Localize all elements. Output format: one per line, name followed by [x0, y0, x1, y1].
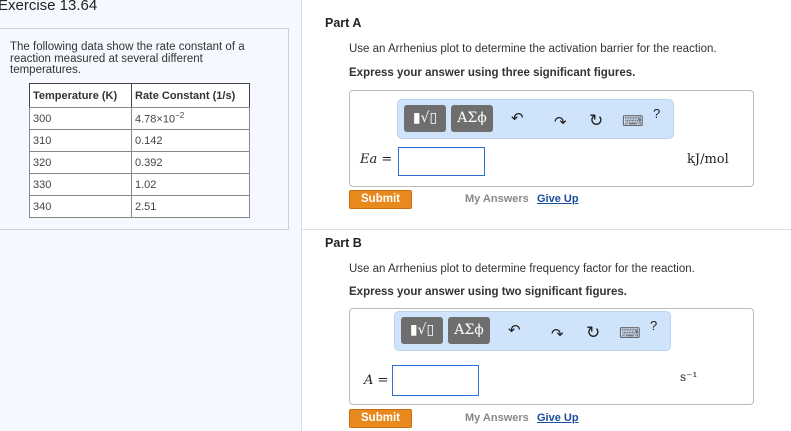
ea-input[interactable] — [398, 147, 485, 176]
table-row: 340 2.51 — [29, 195, 250, 218]
cell: 2.51 — [131, 195, 250, 218]
redo-icon[interactable]: ↷ — [551, 325, 564, 343]
math-toolbar: ▮√▯ ΑΣϕ ↶ ↷ ↻ ⌨ ? — [397, 99, 674, 139]
cell: 300 — [29, 107, 132, 130]
part-a-submit-button[interactable]: Submit — [349, 190, 412, 209]
part-a-my-answers-link[interactable]: My Answers — [465, 193, 529, 205]
a-unit: s⁻¹ — [680, 370, 698, 384]
cell: 320 — [29, 151, 132, 174]
templates-button[interactable]: ▮√▯ — [404, 105, 446, 132]
part-b-give-up-link[interactable]: Give Up — [537, 412, 579, 424]
a-input[interactable] — [392, 365, 479, 396]
keyboard-icon[interactable]: ⌨ — [622, 112, 644, 130]
part-a-instruction: Express your answer using three signific… — [349, 67, 636, 79]
table-row: 310 0.142 — [29, 129, 250, 152]
part-a-question: Use an Arrhenius plot to determine the a… — [349, 43, 717, 55]
ea-label: Ea = — [360, 152, 393, 167]
part-b-submit-button[interactable]: Submit — [349, 409, 412, 428]
header-temperature: Temperature (K) — [29, 83, 132, 108]
reset-icon[interactable]: ↻ — [586, 323, 600, 343]
a-label: A = — [364, 373, 389, 388]
part-a-answer-box: ▮√▯ ΑΣϕ ↶ ↷ ↻ ⌨ ? Ea = kJ/mol — [349, 90, 754, 187]
cell: 4.78×10−2 — [131, 107, 250, 130]
table-row: 300 4.78×10−2 — [29, 107, 250, 130]
exponent: −2 — [175, 111, 185, 121]
redo-icon[interactable]: ↷ — [554, 113, 567, 131]
undo-icon[interactable]: ↶ — [508, 321, 521, 339]
greek-button[interactable]: ΑΣϕ — [451, 105, 493, 132]
ea-unit: kJ/mol — [687, 152, 729, 167]
part-a-title: Part A — [325, 16, 362, 30]
part-b-question: Use an Arrhenius plot to determine frequ… — [349, 263, 695, 275]
problem-text: The following data show the rate constan… — [10, 41, 245, 76]
keyboard-icon[interactable]: ⌨ — [619, 324, 641, 342]
cell: 330 — [29, 173, 132, 196]
table-row: 330 1.02 — [29, 173, 250, 196]
cell: 0.392 — [131, 151, 250, 174]
part-a-give-up-link[interactable]: Give Up — [537, 193, 579, 205]
undo-icon[interactable]: ↶ — [511, 109, 524, 127]
part-b-my-answers-link[interactable]: My Answers — [465, 412, 529, 424]
data-table: Temperature (K) Rate Constant (1/s) 300 4.… — [29, 83, 250, 218]
greek-button[interactable]: ΑΣϕ — [448, 317, 490, 344]
templates-button[interactable]: ▮√▯ — [401, 317, 443, 344]
cell: 1.02 — [131, 173, 250, 196]
cell: 340 — [29, 195, 132, 218]
part-b-answer-box: ▮√▯ ΑΣϕ ↶ ↷ ↻ ⌨ ? A = s⁻¹ — [349, 308, 754, 405]
table-row: 320 0.392 — [29, 151, 250, 174]
exercise-title: Exercise 13.64 — [0, 0, 98, 14]
help-icon[interactable]: ? — [650, 318, 657, 333]
divider — [302, 229, 791, 230]
help-icon[interactable]: ? — [653, 106, 660, 121]
reset-icon[interactable]: ↻ — [589, 111, 603, 131]
cell: 310 — [29, 129, 132, 152]
math-toolbar: ▮√▯ ΑΣϕ ↶ ↷ ↻ ⌨ ? — [394, 311, 671, 351]
part-b-instruction: Express your answer using two significan… — [349, 286, 627, 298]
cell: 0.142 — [131, 129, 250, 152]
mantissa: 4.78×10 — [135, 113, 176, 126]
header-rate: Rate Constant (1/s) — [131, 83, 250, 108]
part-b-title: Part B — [325, 236, 362, 250]
